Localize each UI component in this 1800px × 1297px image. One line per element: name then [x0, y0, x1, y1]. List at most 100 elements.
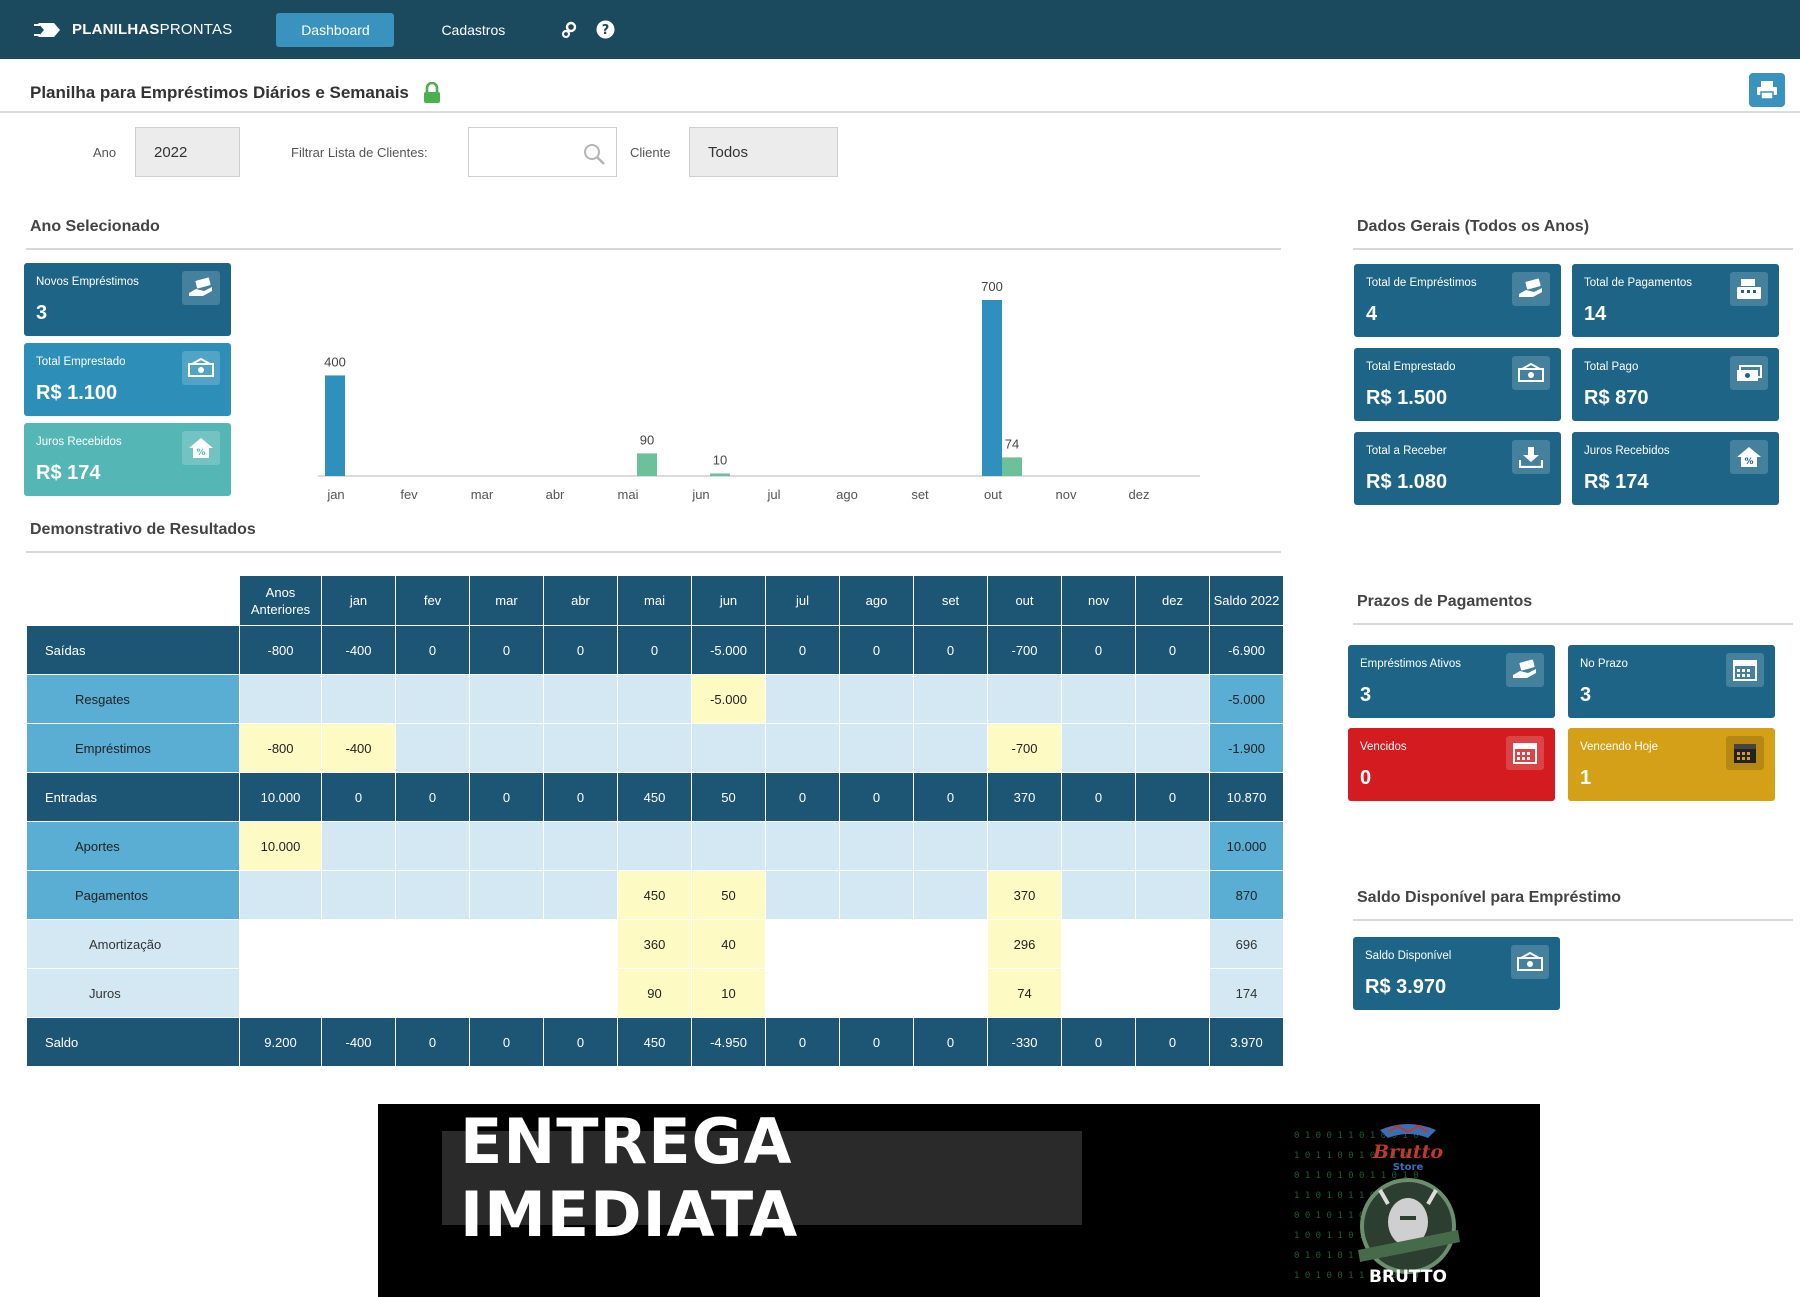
cash-stack-icon: [1730, 356, 1768, 390]
table-cell: 0: [913, 625, 988, 675]
section-divider: [26, 551, 1281, 553]
table-cell: -700: [987, 625, 1062, 675]
table-cell: 0: [469, 625, 544, 675]
card-value: 0: [1360, 767, 1372, 789]
table-cell: [543, 968, 618, 1018]
table-cell: 370: [987, 772, 1062, 822]
ano-select[interactable]: 2022: [135, 127, 240, 177]
row-total-cell: -5.000: [1209, 674, 1284, 724]
chart-bar: [1002, 457, 1022, 476]
table-cell: 9.200: [239, 1017, 322, 1067]
table-cell: [239, 919, 322, 969]
table-cell: [1061, 821, 1136, 871]
table-cell: [765, 821, 840, 871]
table-cell: 90: [617, 968, 692, 1018]
table-cell: [321, 919, 396, 969]
row-total-cell: 10.870: [1209, 772, 1284, 822]
table-header-cell: out: [987, 575, 1062, 626]
table-row: Saídas -800 -400 0 0 0 0 -5.000 0 0 0 -700 0 0 -6.900: [26, 625, 1284, 675]
printer-icon: [1757, 81, 1777, 100]
table-cell: [543, 919, 618, 969]
card-label: No Prazo: [1580, 658, 1628, 670]
ano-label: Ano: [93, 145, 117, 160]
card-value: R$ 1.100: [36, 382, 118, 404]
table-row: Resgates -5.000 -5.000: [26, 674, 1284, 724]
card-juros-recebidos-geral: Juros Recebidos R$ 174 %: [1572, 432, 1779, 505]
table-cell: 0: [1061, 772, 1136, 822]
table-cell: [617, 723, 692, 773]
chart-data-label: 700: [981, 279, 1003, 294]
table-cell: [543, 821, 618, 871]
card-label: Total Pago: [1584, 361, 1639, 373]
house-percent-icon: %: [182, 431, 220, 465]
hand-money-icon: [1512, 272, 1550, 306]
nav-cadastros-button[interactable]: Cadastros: [416, 13, 530, 47]
table-cell: -330: [987, 1017, 1062, 1067]
table-header-row: Anos Anteriores jan fev mar abr mai jun jul ago s…: [27, 575, 1284, 626]
filtrar-label: Filtrar Lista de Clientes:: [291, 145, 428, 160]
table-cell: [321, 674, 396, 724]
chart-tick-label: jun: [691, 487, 709, 502]
table-cell: 40: [691, 919, 766, 969]
card-value: R$ 1.080: [1366, 471, 1448, 493]
table-cell: [469, 919, 544, 969]
section-saldo: Saldo Disponível para Empréstimo: [1357, 889, 1622, 906]
section-demonstrativo: Demonstrativo de Resultados: [30, 521, 256, 538]
row-total-cell: 174: [1209, 968, 1284, 1018]
row-label: Entradas: [26, 772, 240, 822]
table-cell: [543, 674, 618, 724]
filtrar-clientes-input[interactable]: [468, 127, 617, 177]
table-cell: [469, 723, 544, 773]
banner-text-box: ENTREGA IMEDIATA: [442, 1105, 1082, 1251]
calendar-icon: [1726, 653, 1764, 687]
section-dados-gerais: Dados Gerais (Todos os Anos): [1357, 218, 1590, 235]
table-cell: [617, 821, 692, 871]
card-label: Novos Empréstimos: [36, 276, 139, 288]
table-cell: 0: [469, 772, 544, 822]
table-header-cell: mai: [617, 575, 692, 626]
brand-name-bold: PLANILHAS: [72, 21, 160, 38]
table-cell: 0: [1061, 625, 1136, 675]
chart-data-label: 400: [324, 354, 346, 369]
table-cell: -5.000: [691, 674, 766, 724]
lock-icon: [423, 82, 440, 103]
house-percent-icon: %: [1730, 440, 1768, 474]
table-cell: 0: [839, 625, 914, 675]
register-icon: [1730, 272, 1768, 306]
table-cell: [913, 821, 988, 871]
calendar-icon: [1726, 736, 1764, 770]
print-button[interactable]: [1749, 73, 1785, 107]
table-cell: [321, 821, 396, 871]
row-label: Juros: [26, 968, 240, 1018]
table-cell: 450: [617, 870, 692, 920]
chart-tick-label: out: [984, 487, 1002, 502]
svg-text:%: %: [196, 448, 205, 458]
settings-icon[interactable]: [558, 19, 580, 41]
table-cell: 0: [1135, 1017, 1210, 1067]
table-cell: -800: [239, 625, 322, 675]
table-row: Entradas 10.000 0 0 0 0 450 50 0 0 0 370 0 0 10.870: [26, 772, 1284, 822]
nav-dashboard-button[interactable]: Dashboard: [276, 12, 395, 47]
cliente-select[interactable]: Todos: [689, 127, 838, 177]
table-cell: [617, 674, 692, 724]
table-cell: 0: [1061, 1017, 1136, 1067]
cash-icon: [1511, 945, 1549, 979]
chart-tick-label: mar: [471, 487, 494, 502]
section-divider: [1353, 248, 1793, 250]
table-cell: -4.950: [691, 1017, 766, 1067]
chart-tick-label: nov: [1056, 487, 1077, 502]
section-divider: [1353, 623, 1793, 625]
chart-data-label: 90: [640, 432, 654, 447]
card-saldo-disponivel: Saldo Disponível R$ 3.970: [1353, 937, 1560, 1010]
chart-tick-label: fev: [400, 487, 418, 502]
table-cell: 0: [321, 772, 396, 822]
card-label: Saldo Disponível: [1365, 950, 1452, 962]
table-cell: [765, 919, 840, 969]
brand-logo[interactable]: PLANILHAS PRONTAS: [34, 19, 232, 41]
monthly-bar-chart: jan 400 fev mar abr mai 90 jun 10 jul ago set out 700…: [318, 279, 1200, 502]
help-icon[interactable]: ?: [594, 19, 616, 41]
table-cell: 0: [1135, 772, 1210, 822]
table-cell: -400: [321, 625, 396, 675]
row-label: Empréstimos: [26, 723, 240, 773]
table-header-cell: dez: [1135, 575, 1210, 626]
